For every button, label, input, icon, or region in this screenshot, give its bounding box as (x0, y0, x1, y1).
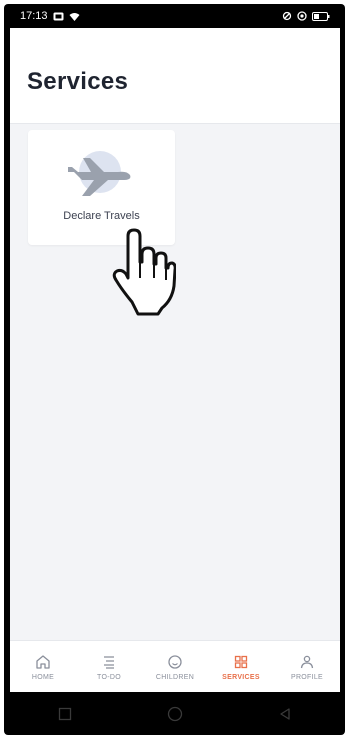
tab-to-do[interactable]: TO-DO (76, 641, 142, 692)
system-navigation-bar (10, 692, 340, 735)
location-icon (297, 11, 307, 21)
home-icon (36, 654, 50, 669)
vibrate-icon (282, 11, 292, 21)
recent-apps-icon[interactable] (58, 707, 72, 721)
airplane-icon (68, 151, 131, 196)
tab-to-do-label: TO-DO (97, 673, 121, 681)
tab-profile[interactable]: PROFILE (274, 641, 340, 692)
service-label: Declare Travels (63, 210, 140, 222)
home-circle-icon[interactable] (167, 706, 183, 722)
app-screen: Services Declare Travels HOME TO-DO CHIL… (10, 28, 340, 692)
battery-icon (312, 11, 330, 21)
device-frame: 17:13 Services Declare Travels HOME TO-D… (4, 4, 345, 735)
phone-screen: 17:13 Services Declare Travels HOME TO-D… (10, 4, 340, 735)
notification-icon (53, 12, 64, 20)
page-header: Services (10, 28, 340, 124)
status-bar: 17:13 (10, 4, 340, 28)
tab-home[interactable]: HOME (10, 641, 76, 692)
tab-children[interactable]: CHILDREN (142, 641, 208, 692)
wifi-icon (69, 12, 80, 21)
tab-home-label: HOME (31, 673, 55, 681)
pointing-hand-cursor-icon (112, 228, 176, 316)
tab-children-label: CHILDREN (155, 673, 195, 681)
status-time: 17:13 (20, 10, 48, 22)
page-title: Services (27, 68, 129, 95)
bottom-tab-bar: HOME TO-DO CHILDREN SERVICES PROFILE (10, 640, 340, 692)
tab-services-label: SERVICES (222, 673, 260, 681)
person-icon (300, 655, 314, 668)
grid-icon (234, 655, 248, 668)
smiley-face-icon (168, 654, 182, 669)
tab-services[interactable]: SERVICES (208, 641, 274, 692)
todo-list-icon (104, 655, 114, 669)
back-triangle-icon[interactable] (278, 707, 292, 721)
tab-profile-label: PROFILE (290, 673, 324, 681)
